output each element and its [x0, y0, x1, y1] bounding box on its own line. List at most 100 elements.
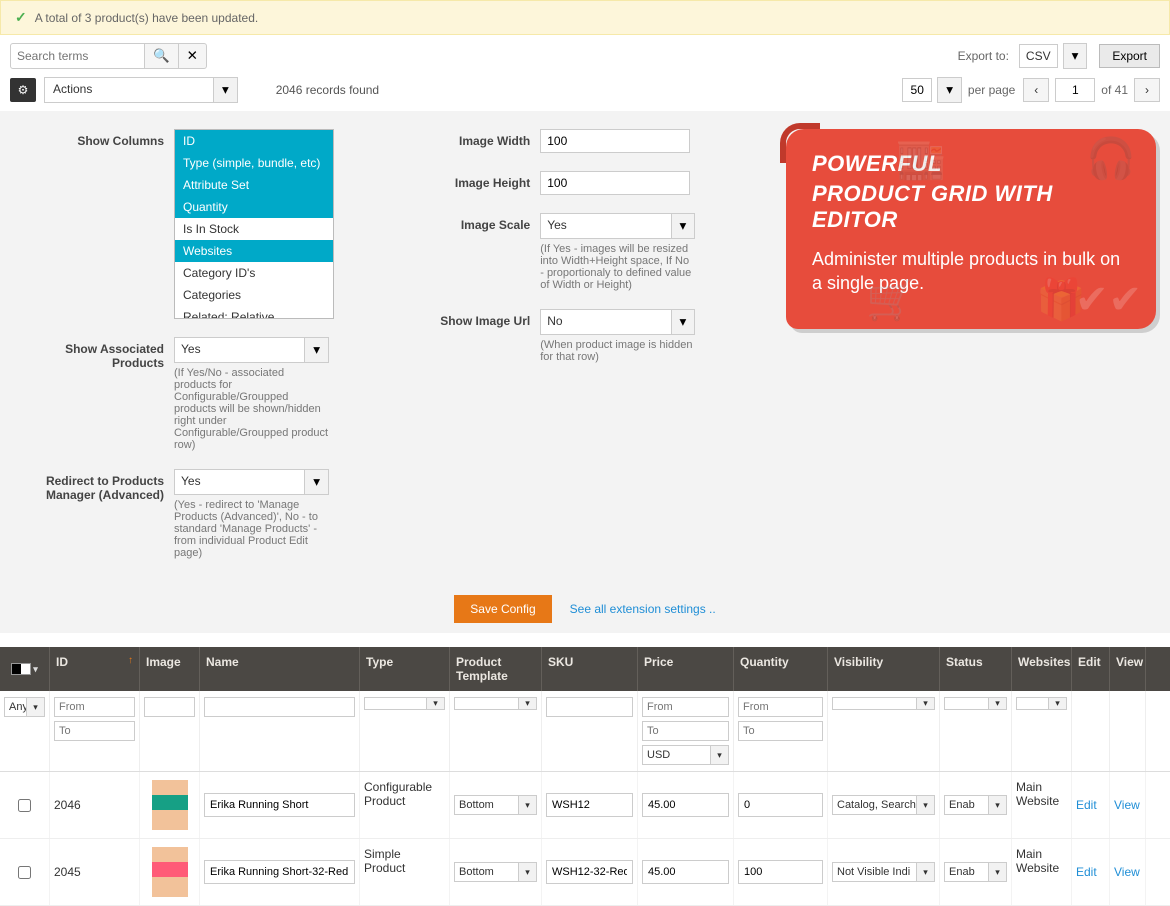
next-page-button[interactable]: › — [1134, 78, 1160, 102]
prev-page-button[interactable]: ‹ — [1023, 78, 1049, 102]
chevron-down-icon: ▾ — [1049, 697, 1067, 710]
filter-price-from[interactable] — [642, 697, 729, 717]
header-id[interactable]: ID — [50, 647, 140, 691]
cell-qty-input[interactable] — [738, 793, 823, 817]
view-link[interactable]: View — [1114, 865, 1141, 879]
config-toggle-button[interactable]: ⚙ — [10, 78, 36, 102]
column-option[interactable]: Type (simple, bundle, etc) — [175, 152, 333, 174]
header-product-template[interactable]: Product Template — [450, 647, 542, 691]
see-all-settings-link[interactable]: See all extension settings .. — [570, 602, 716, 616]
cell-sku-input[interactable] — [546, 793, 633, 817]
header-status[interactable]: Status — [940, 647, 1012, 691]
chevron-down-icon: ▾ — [519, 697, 537, 710]
cell-visibility-select[interactable]: Not Visible Indi▾ — [832, 862, 935, 882]
redirect-caret[interactable]: ▾ — [304, 469, 329, 495]
header-name[interactable]: Name — [200, 647, 360, 691]
table-row: 2045 Simple Product Bottom▾ Not Visible … — [0, 839, 1170, 906]
cell-price-input[interactable] — [642, 793, 729, 817]
gear-icon: ⚙ — [18, 83, 29, 97]
chevron-down-icon: ▾ — [711, 745, 729, 765]
cell-visibility-select[interactable]: Catalog, Search▾ — [832, 795, 935, 815]
cell-price-input[interactable] — [642, 860, 729, 884]
clear-search-button[interactable]: ✕ — [178, 43, 207, 69]
filter-qty-from[interactable] — [738, 697, 823, 717]
edit-link[interactable]: Edit — [1076, 865, 1105, 879]
page-size-input[interactable] — [902, 78, 932, 102]
cell-ptpl-select[interactable]: Bottom▾ — [454, 795, 537, 815]
storefront-icon: 🏬 — [896, 135, 946, 182]
image-scale-select[interactable]: Yes ▾ — [540, 213, 695, 239]
row-checkbox[interactable] — [18, 799, 31, 812]
filter-price-to[interactable] — [642, 721, 729, 741]
filter-visibility-select[interactable]: ▾ — [832, 697, 935, 710]
filter-any-select[interactable]: Any▾ — [4, 697, 45, 717]
image-width-input[interactable] — [540, 129, 690, 153]
header-image[interactable]: Image — [140, 647, 200, 691]
filter-status-select[interactable]: ▾ — [944, 697, 1007, 710]
cell-type: Simple Product — [360, 839, 450, 905]
show-image-url-caret[interactable]: ▾ — [671, 309, 696, 335]
save-config-button[interactable]: Save Config — [454, 595, 551, 623]
show-associated-select[interactable]: Yes ▾ — [174, 337, 329, 363]
page-size-caret[interactable]: ▾ — [937, 77, 962, 103]
grid-header: ▾ ID Image Name Type Product Template SK… — [0, 647, 1170, 691]
chevron-down-icon: ▾ — [427, 697, 445, 710]
filter-qty-to[interactable] — [738, 721, 823, 741]
cell-sku-input[interactable] — [546, 860, 633, 884]
header-websites[interactable]: Websites — [1012, 647, 1072, 691]
filter-ptpl-select[interactable]: ▾ — [454, 697, 537, 710]
header-select[interactable]: ▾ — [0, 647, 50, 691]
cell-name-input[interactable] — [204, 860, 355, 884]
image-height-input[interactable] — [540, 171, 690, 195]
filter-sku[interactable] — [546, 697, 633, 717]
chevron-right-icon: › — [1145, 83, 1149, 97]
row-checkbox[interactable] — [18, 866, 31, 879]
filter-websites-select[interactable]: ▾ — [1016, 697, 1067, 710]
column-option[interactable]: Attribute Set — [175, 174, 333, 196]
image-scale-caret[interactable]: ▾ — [671, 213, 696, 239]
column-option[interactable]: Categories — [175, 284, 333, 306]
filter-currency-select[interactable]: USD▾ — [642, 745, 729, 765]
column-option[interactable]: Is In Stock — [175, 218, 333, 240]
cell-status-select[interactable]: Enab▾ — [944, 862, 1007, 882]
column-option[interactable]: ID — [175, 130, 333, 152]
cell-qty-input[interactable] — [738, 860, 823, 884]
check-icon: ✓ — [15, 9, 27, 26]
column-option[interactable]: Quantity — [175, 196, 333, 218]
header-visibility[interactable]: Visibility — [828, 647, 940, 691]
show-image-url-select[interactable]: No ▾ — [540, 309, 695, 335]
header-sku[interactable]: SKU — [542, 647, 638, 691]
header-type[interactable]: Type — [360, 647, 450, 691]
search-button[interactable]: 🔍 — [144, 43, 179, 69]
filter-image[interactable] — [144, 697, 195, 717]
show-image-url-label: Show Image Url — [380, 309, 530, 363]
page-input[interactable] — [1055, 78, 1095, 102]
export-format-select[interactable]: CSV — [1019, 44, 1058, 68]
export-format-caret[interactable]: ▾ — [1063, 43, 1088, 69]
config-panel: Show Columns IDType (simple, bundle, etc… — [0, 111, 1170, 581]
export-button[interactable]: Export — [1099, 44, 1160, 68]
view-link[interactable]: View — [1114, 798, 1141, 812]
cell-status-select[interactable]: Enab▾ — [944, 795, 1007, 815]
actions-select[interactable]: Actions ▾ — [44, 77, 238, 103]
filter-id-from[interactable] — [54, 697, 135, 717]
column-option[interactable]: Category ID's — [175, 262, 333, 284]
cell-websites: Main Website — [1012, 772, 1072, 838]
cell-ptpl-select[interactable]: Bottom▾ — [454, 862, 537, 882]
redirect-label: Redirect to Products Manager (Advanced) — [14, 469, 164, 559]
redirect-select[interactable]: Yes ▾ — [174, 469, 329, 495]
actions-caret[interactable]: ▾ — [213, 77, 238, 103]
cell-name-input[interactable] — [204, 793, 355, 817]
column-option[interactable]: Websites — [175, 240, 333, 262]
filter-type-select[interactable]: ▾ — [364, 697, 445, 710]
show-columns-listbox[interactable]: IDType (simple, bundle, etc)Attribute Se… — [174, 129, 334, 319]
filter-name[interactable] — [204, 697, 355, 717]
show-associated-caret[interactable]: ▾ — [304, 337, 329, 363]
edit-link[interactable]: Edit — [1076, 798, 1105, 812]
header-price[interactable]: Price — [638, 647, 734, 691]
filter-id-to[interactable] — [54, 721, 135, 741]
search-input[interactable] — [10, 43, 145, 69]
success-text: A total of 3 product(s) have been update… — [35, 11, 259, 25]
header-quantity[interactable]: Quantity — [734, 647, 828, 691]
column-option[interactable]: Related: Relative Products IDs — [175, 306, 333, 319]
